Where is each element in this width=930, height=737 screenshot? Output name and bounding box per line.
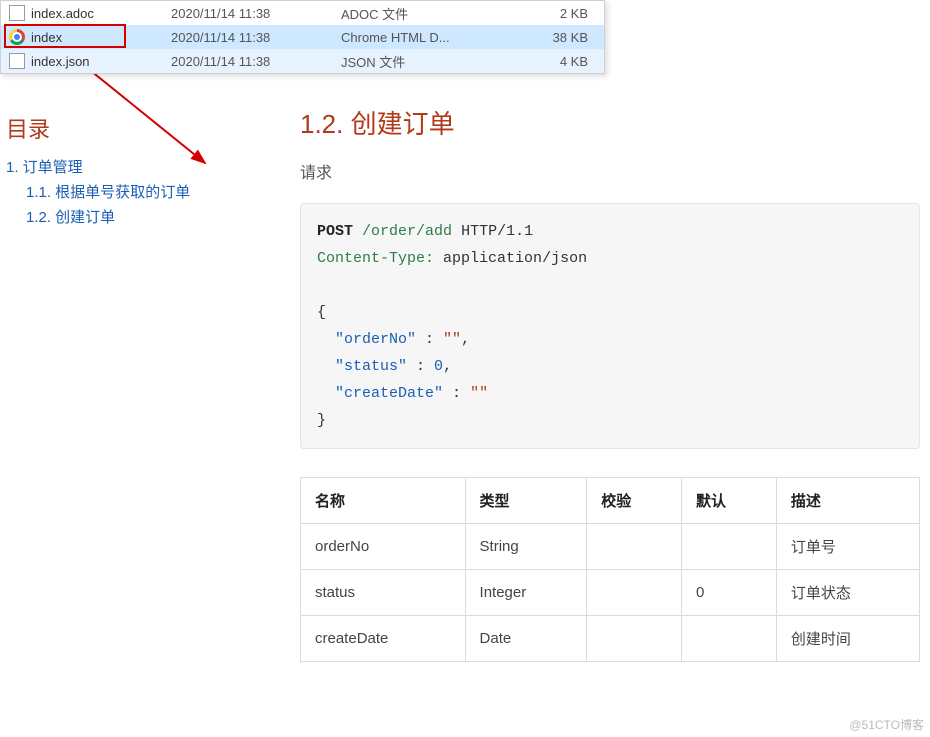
chrome-icon (9, 29, 25, 45)
toc-link[interactable]: 1.1. 根据单号获取的订单 (26, 184, 190, 201)
table-row: createDate Date 创建时间 (301, 616, 920, 662)
col-header-type: 类型 (465, 478, 587, 524)
cell-default (682, 616, 777, 662)
col-header-desc: 描述 (776, 478, 919, 524)
body-value: 0 (434, 358, 443, 375)
cell-name: status (301, 570, 466, 616)
file-name: index.adoc (31, 6, 171, 21)
cell-validate (587, 570, 682, 616)
file-row[interactable]: index.json 2020/11/14 11:38 JSON 文件 4 KB (1, 49, 604, 73)
file-date: 2020/11/14 11:38 (171, 6, 341, 21)
file-size: 4 KB (521, 54, 598, 69)
col-header-name: 名称 (301, 478, 466, 524)
http-version: HTTP/1.1 (461, 223, 533, 240)
body-key: "createDate" (335, 385, 443, 402)
http-method: POST (317, 223, 353, 240)
body-key: "orderNo" (335, 331, 416, 348)
col-header-validate: 校验 (587, 478, 682, 524)
request-label: 请求 (300, 159, 920, 183)
main-content: 1.2. 创建订单 请求 POST /order/add HTTP/1.1 Co… (300, 104, 920, 662)
cell-type: String (465, 524, 587, 570)
file-type: JSON 文件 (341, 52, 521, 71)
file-icon (9, 5, 25, 21)
http-path: /order/add (362, 223, 452, 240)
file-row[interactable]: index 2020/11/14 11:38 Chrome HTML D... … (1, 25, 604, 49)
toc-sidebar: 目录 1. 订单管理 1.1. 根据单号获取的订单 1.2. 创建订单 (6, 104, 266, 231)
file-type: Chrome HTML D... (341, 30, 521, 45)
cell-default (682, 524, 777, 570)
file-name: index.json (31, 54, 171, 69)
file-row[interactable]: index.adoc 2020/11/14 11:38 ADOC 文件 2 KB (1, 1, 604, 25)
parameters-table: 名称 类型 校验 默认 描述 orderNo String 订单号 status… (300, 477, 920, 662)
cell-default: 0 (682, 570, 777, 616)
http-header-value: application/json (443, 250, 587, 267)
cell-name: createDate (301, 616, 466, 662)
cell-desc: 订单状态 (776, 570, 919, 616)
http-request-code-block: POST /order/add HTTP/1.1 Content-Type: a… (300, 203, 920, 449)
file-name: index (31, 30, 171, 45)
cell-type: Integer (465, 570, 587, 616)
table-row: status Integer 0 订单状态 (301, 570, 920, 616)
file-icon (9, 53, 25, 69)
cell-type: Date (465, 616, 587, 662)
cell-validate (587, 524, 682, 570)
section-title: 1.2. 创建订单 (300, 104, 920, 141)
table-row: orderNo String 订单号 (301, 524, 920, 570)
table-header-row: 名称 类型 校验 默认 描述 (301, 478, 920, 524)
body-key: "status" (335, 358, 407, 375)
file-explorer-panel: index.adoc 2020/11/14 11:38 ADOC 文件 2 KB… (0, 0, 605, 74)
http-header-name: Content-Type: (317, 250, 434, 267)
col-header-default: 默认 (682, 478, 777, 524)
file-date: 2020/11/14 11:38 (171, 54, 341, 69)
body-value: "" (470, 385, 488, 402)
cell-desc: 订单号 (776, 524, 919, 570)
file-date: 2020/11/14 11:38 (171, 30, 341, 45)
file-type: ADOC 文件 (341, 4, 521, 23)
watermark: @51CTO博客 (849, 716, 924, 733)
toc-link[interactable]: 1.2. 创建订单 (26, 209, 115, 226)
toc-link[interactable]: 1. 订单管理 (6, 159, 83, 176)
cell-desc: 创建时间 (776, 616, 919, 662)
cell-validate (587, 616, 682, 662)
body-brace: } (317, 412, 326, 429)
toc-title: 目录 (6, 112, 266, 144)
body-brace: { (317, 304, 326, 321)
body-value: "" (443, 331, 461, 348)
file-size: 38 KB (521, 30, 598, 45)
file-size: 2 KB (521, 6, 598, 21)
cell-name: orderNo (301, 524, 466, 570)
